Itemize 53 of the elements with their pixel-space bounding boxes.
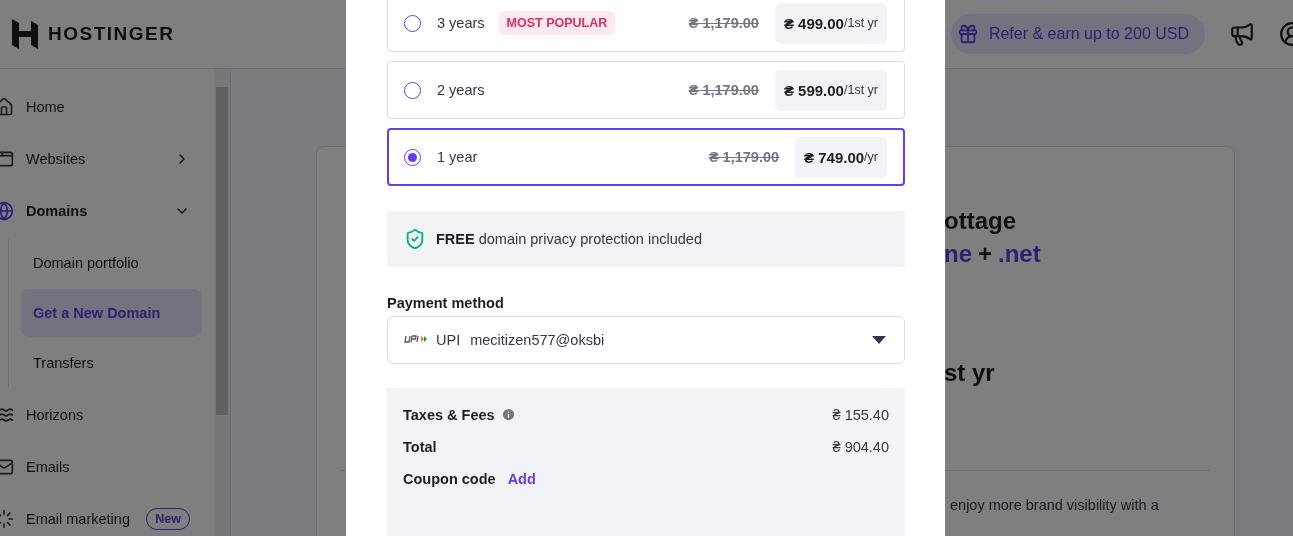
plan-option[interactable]: 2 years ₴ 1,179.00 ₴ 599.00/1st yr (387, 61, 905, 119)
plan-option[interactable]: 3 years MOST POPULAR ₴ 1,179.00 ₴ 499.00/1st yr (387, 0, 905, 52)
popular-badge: MOST POPULAR (498, 11, 616, 35)
menu-item-icon (0, 201, 14, 221)
sidebar-item[interactable]: Emails (26, 459, 70, 475)
shield-check-icon (404, 228, 426, 250)
sidebar-item[interactable]: Horizons (26, 407, 84, 423)
menu-item-icon (0, 97, 14, 117)
sidebar-item[interactable]: Email marketing (26, 511, 130, 527)
sidebar-subitem[interactable]: Get a New Domain (21, 289, 202, 337)
caret-icon (872, 336, 886, 344)
sidebar-item[interactable]: Home (26, 99, 65, 115)
price-tag: ₴ 599.00/1st yr (774, 69, 887, 111)
announcements-icon[interactable] (1229, 21, 1255, 47)
summary-value: ₴ 155.40 (832, 406, 889, 423)
plus-sign: + (978, 239, 993, 269)
domain-extension: .net (998, 239, 1041, 269)
old-price: ₴ 1,179.00 (688, 15, 759, 31)
menu-item-icon (0, 509, 14, 529)
summary-label: Total (403, 438, 437, 455)
plan-label: 3 years (437, 15, 485, 31)
menu-item-icon (0, 149, 14, 169)
plan-option[interactable]: 1 year ₴ 1,179.00 ₴ 749.00/yr (387, 128, 905, 186)
info-icon[interactable] (500, 407, 516, 422)
upi-icon (404, 335, 428, 345)
price-text: st yr (944, 358, 996, 388)
domain-extension: ne (944, 239, 972, 269)
domain-name: ottage (944, 206, 1017, 236)
payment-select[interactable]: UPI mecitizen577@oksbi (387, 316, 905, 364)
field-label: Payment method (387, 295, 505, 311)
logo-icon (12, 19, 38, 49)
menu-item-icon (0, 457, 14, 477)
sidebar-item[interactable]: Websites (26, 151, 86, 167)
price-tag: ₴ 749.00/yr (795, 136, 887, 178)
summary-value: ₴ 904.40 (832, 438, 889, 455)
old-price: ₴ 1,179.00 (708, 149, 780, 165)
add-coupon-link[interactable]: Add (507, 470, 536, 487)
plan-label: 2 years (437, 82, 485, 98)
refer-button[interactable]: Refer & earn up to 200 USD (950, 14, 1205, 54)
plan-label: 1 year (437, 149, 478, 165)
gift-icon (956, 23, 979, 45)
sidebar-subitem[interactable]: Domain portfolio (21, 239, 202, 287)
menu-item-icon (0, 405, 14, 425)
sidebar-item[interactable]: Domains (26, 203, 88, 219)
privacy-note: FREE domain privacy protection included (436, 231, 702, 247)
summary-label: Taxes & Fees (403, 406, 495, 423)
old-price: ₴ 1,179.00 (688, 82, 759, 98)
summary-label: Coupon code (403, 470, 496, 487)
brand-name: HOSTINGER (48, 23, 175, 45)
description-text: enjoy more brand visibility with a (950, 497, 1159, 513)
price-tag: ₴ 499.00/1st yr (774, 2, 887, 44)
scrollbar-thumb[interactable] (216, 87, 228, 415)
sidebar-subitem[interactable]: Transfers (21, 339, 202, 387)
